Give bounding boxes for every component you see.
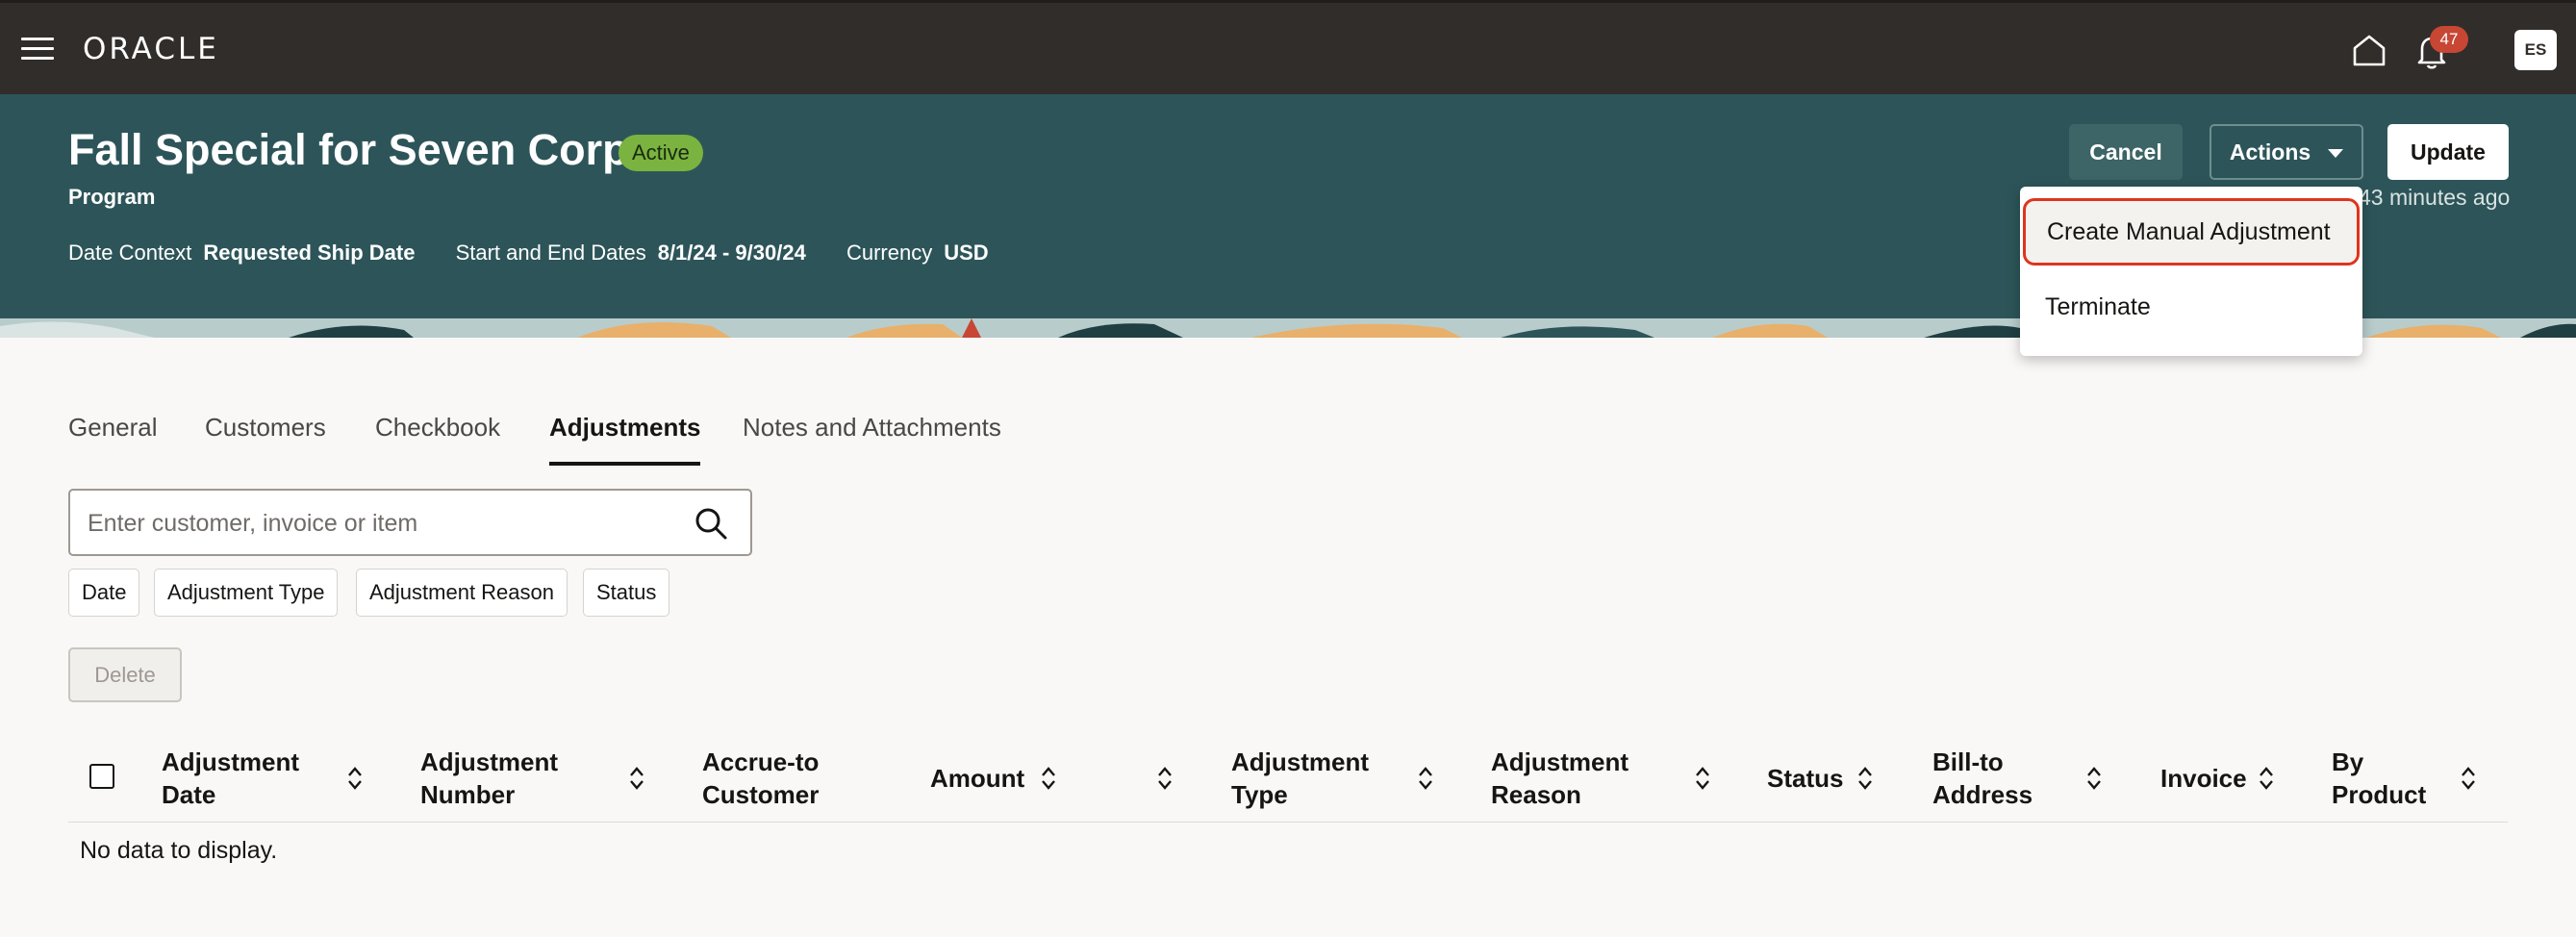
sort-icon[interactable] <box>2460 765 2477 792</box>
column-header-bill-to-address[interactable]: Bill-to Address <box>1932 746 2033 811</box>
sort-icon[interactable] <box>1856 765 1874 792</box>
column-header-adjustment-number[interactable]: Adjustment Number <box>420 746 558 811</box>
tab-general[interactable]: General <box>68 408 158 466</box>
currency: Currency USD <box>846 241 989 265</box>
search-icon[interactable] <box>694 506 728 541</box>
search-input[interactable] <box>88 502 665 544</box>
sort-icon[interactable] <box>1156 765 1174 792</box>
update-button[interactable]: Update <box>2387 124 2509 180</box>
menu-item-terminate[interactable]: Terminate <box>2020 273 2362 341</box>
top-navigation-bar: ORACLE 47 ES <box>0 0 2576 94</box>
tab-adjustments[interactable]: Adjustments <box>549 408 701 466</box>
hamburger-menu-icon[interactable] <box>21 38 54 61</box>
menu-item-create-manual-adjustment[interactable]: Create Manual Adjustment <box>2023 198 2360 266</box>
search-box <box>68 489 752 556</box>
sort-icon[interactable] <box>628 765 645 792</box>
actions-dropdown-menu: Create Manual Adjustment Terminate <box>2020 187 2362 356</box>
column-header-by-product[interactable]: By Product <box>2332 746 2426 811</box>
tab-customers[interactable]: Customers <box>205 408 326 466</box>
actions-label: Actions <box>2229 139 2311 165</box>
filter-chip-adjustment-reason[interactable]: Adjustment Reason <box>356 569 568 617</box>
program-context-row: Date Context Requested Ship Date Start an… <box>68 241 1023 266</box>
adjustments-table-header: Adjustment Date Adjustment Number Accrue-t… <box>68 736 2508 823</box>
date-context: Date Context Requested Ship Date <box>68 241 416 265</box>
filter-chip-date[interactable]: Date <box>68 569 140 617</box>
column-header-amount[interactable]: Amount <box>930 762 1024 795</box>
sort-icon[interactable] <box>1694 765 1711 792</box>
column-header-adjustment-reason[interactable]: Adjustment Reason <box>1491 746 1629 811</box>
column-header-adjustment-date[interactable]: Adjustment Date <box>162 746 299 811</box>
select-all-checkbox[interactable] <box>89 764 114 789</box>
actions-button[interactable]: Actions <box>2210 124 2363 180</box>
column-header-accrue-to-customer[interactable]: Accrue-to Customer <box>702 746 819 811</box>
status-badge: Active <box>619 135 703 171</box>
last-updated-text: 43 minutes ago <box>2359 185 2511 210</box>
caret-down-icon <box>2328 149 2344 159</box>
filter-chip-adjustment-type[interactable]: Adjustment Type <box>154 569 339 617</box>
user-avatar[interactable]: ES <box>2514 30 2557 70</box>
sort-icon[interactable] <box>1417 765 1434 792</box>
column-header-status[interactable]: Status <box>1767 762 1843 795</box>
sort-icon[interactable] <box>1040 765 1057 792</box>
column-header-adjustment-type[interactable]: Adjustment Type <box>1231 746 1369 811</box>
page-subtitle: Program <box>68 185 156 209</box>
delete-button[interactable]: Delete <box>68 647 182 702</box>
notification-count-badge: 47 <box>2430 26 2468 53</box>
column-header-invoice[interactable]: Invoice <box>2160 762 2247 795</box>
filter-chip-status[interactable]: Status <box>583 569 670 617</box>
sort-icon[interactable] <box>346 765 364 792</box>
start-end-dates: Start and End Dates 8/1/24 - 9/30/24 <box>455 241 806 265</box>
tab-notes-and-attachments[interactable]: Notes and Attachments <box>743 408 1001 466</box>
page-title: Fall Special for Seven Corp <box>68 125 629 174</box>
sort-icon[interactable] <box>2085 765 2103 792</box>
home-icon[interactable] <box>2351 33 2387 67</box>
cancel-button[interactable]: Cancel <box>2069 124 2183 180</box>
oracle-logo: ORACLE <box>83 32 219 66</box>
table-empty-message: No data to display. <box>80 837 278 864</box>
sort-icon[interactable] <box>2258 765 2275 792</box>
tab-checkbook[interactable]: Checkbook <box>375 408 500 466</box>
